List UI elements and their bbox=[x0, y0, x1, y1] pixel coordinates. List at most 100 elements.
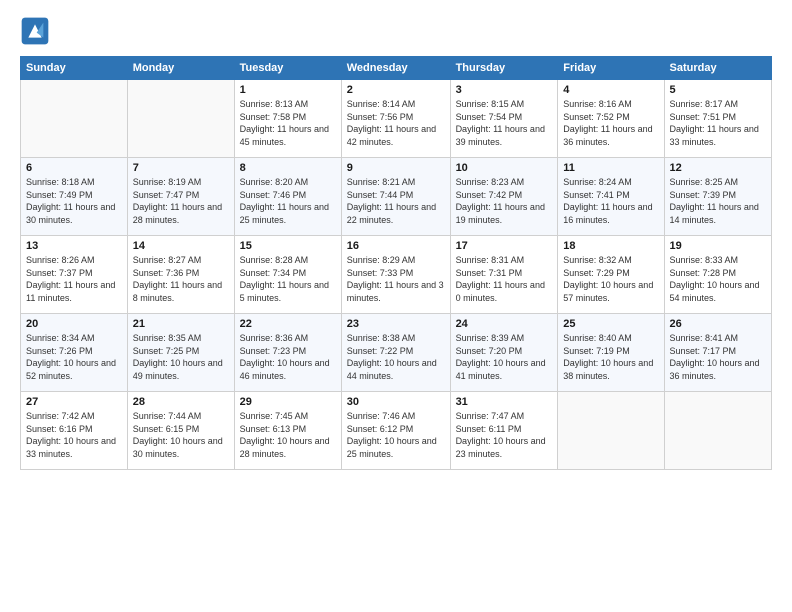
day-info: Sunrise: 8:36 AM Sunset: 7:23 PM Dayligh… bbox=[240, 332, 336, 382]
calendar-cell: 26 Sunrise: 8:41 AM Sunset: 7:17 PM Dayli… bbox=[664, 314, 772, 392]
day-info: Sunrise: 8:15 AM Sunset: 7:54 PM Dayligh… bbox=[456, 98, 553, 148]
day-info: Sunrise: 8:23 AM Sunset: 7:42 PM Dayligh… bbox=[456, 176, 553, 226]
day-header-monday: Monday bbox=[127, 57, 234, 80]
day-info: Sunrise: 7:46 AM Sunset: 6:12 PM Dayligh… bbox=[347, 410, 445, 460]
day-number: 4 bbox=[563, 84, 658, 96]
day-header-wednesday: Wednesday bbox=[341, 57, 450, 80]
calendar-cell: 5 Sunrise: 8:17 AM Sunset: 7:51 PM Daylig… bbox=[664, 80, 772, 158]
day-info: Sunrise: 8:27 AM Sunset: 7:36 PM Dayligh… bbox=[133, 254, 229, 304]
calendar-cell: 13 Sunrise: 8:26 AM Sunset: 7:37 PM Dayli… bbox=[21, 236, 128, 314]
day-number: 24 bbox=[456, 318, 553, 330]
day-number: 29 bbox=[240, 396, 336, 408]
day-number: 6 bbox=[26, 162, 122, 174]
day-info: Sunrise: 7:44 AM Sunset: 6:15 PM Dayligh… bbox=[133, 410, 229, 460]
calendar-cell: 19 Sunrise: 8:33 AM Sunset: 7:28 PM Dayli… bbox=[664, 236, 772, 314]
calendar-cell: 31 Sunrise: 7:47 AM Sunset: 6:11 PM Dayli… bbox=[450, 392, 558, 470]
day-number: 7 bbox=[133, 162, 229, 174]
day-info: Sunrise: 8:25 AM Sunset: 7:39 PM Dayligh… bbox=[670, 176, 767, 226]
day-info: Sunrise: 8:21 AM Sunset: 7:44 PM Dayligh… bbox=[347, 176, 445, 226]
calendar-cell: 7 Sunrise: 8:19 AM Sunset: 7:47 PM Daylig… bbox=[127, 158, 234, 236]
day-header-sunday: Sunday bbox=[21, 57, 128, 80]
day-info: Sunrise: 8:26 AM Sunset: 7:37 PM Dayligh… bbox=[26, 254, 122, 304]
day-number: 3 bbox=[456, 84, 553, 96]
day-info: Sunrise: 8:41 AM Sunset: 7:17 PM Dayligh… bbox=[670, 332, 767, 382]
page: SundayMondayTuesdayWednesdayThursdayFrid… bbox=[0, 0, 792, 480]
day-info: Sunrise: 8:20 AM Sunset: 7:46 PM Dayligh… bbox=[240, 176, 336, 226]
calendar-cell: 12 Sunrise: 8:25 AM Sunset: 7:39 PM Dayli… bbox=[664, 158, 772, 236]
day-info: Sunrise: 8:19 AM Sunset: 7:47 PM Dayligh… bbox=[133, 176, 229, 226]
day-number: 10 bbox=[456, 162, 553, 174]
day-info: Sunrise: 8:18 AM Sunset: 7:49 PM Dayligh… bbox=[26, 176, 122, 226]
week-row-2: 6 Sunrise: 8:18 AM Sunset: 7:49 PM Daylig… bbox=[21, 158, 772, 236]
day-info: Sunrise: 7:47 AM Sunset: 6:11 PM Dayligh… bbox=[456, 410, 553, 460]
calendar-cell: 24 Sunrise: 8:39 AM Sunset: 7:20 PM Dayli… bbox=[450, 314, 558, 392]
week-row-3: 13 Sunrise: 8:26 AM Sunset: 7:37 PM Dayli… bbox=[21, 236, 772, 314]
day-header-saturday: Saturday bbox=[664, 57, 772, 80]
week-row-4: 20 Sunrise: 8:34 AM Sunset: 7:26 PM Dayli… bbox=[21, 314, 772, 392]
day-number: 27 bbox=[26, 396, 122, 408]
day-number: 18 bbox=[563, 240, 658, 252]
calendar-cell: 11 Sunrise: 8:24 AM Sunset: 7:41 PM Dayli… bbox=[558, 158, 664, 236]
day-number: 19 bbox=[670, 240, 767, 252]
day-header-friday: Friday bbox=[558, 57, 664, 80]
calendar-cell: 10 Sunrise: 8:23 AM Sunset: 7:42 PM Dayli… bbox=[450, 158, 558, 236]
day-number: 13 bbox=[26, 240, 122, 252]
calendar-cell: 9 Sunrise: 8:21 AM Sunset: 7:44 PM Daylig… bbox=[341, 158, 450, 236]
day-info: Sunrise: 8:32 AM Sunset: 7:29 PM Dayligh… bbox=[563, 254, 658, 304]
calendar-cell: 16 Sunrise: 8:29 AM Sunset: 7:33 PM Dayli… bbox=[341, 236, 450, 314]
calendar-cell: 21 Sunrise: 8:35 AM Sunset: 7:25 PM Dayli… bbox=[127, 314, 234, 392]
day-number: 30 bbox=[347, 396, 445, 408]
calendar-cell: 29 Sunrise: 7:45 AM Sunset: 6:13 PM Dayli… bbox=[234, 392, 341, 470]
day-number: 23 bbox=[347, 318, 445, 330]
day-number: 2 bbox=[347, 84, 445, 96]
day-info: Sunrise: 8:40 AM Sunset: 7:19 PM Dayligh… bbox=[563, 332, 658, 382]
day-info: Sunrise: 8:39 AM Sunset: 7:20 PM Dayligh… bbox=[456, 332, 553, 382]
calendar-cell: 23Sunrise: 8:38 AM Sunset: 7:22 PM Dayli… bbox=[341, 314, 450, 392]
day-info: Sunrise: 7:45 AM Sunset: 6:13 PM Dayligh… bbox=[240, 410, 336, 460]
day-number: 26 bbox=[670, 318, 767, 330]
day-number: 16 bbox=[347, 240, 445, 252]
day-header-tuesday: Tuesday bbox=[234, 57, 341, 80]
day-number: 12 bbox=[670, 162, 767, 174]
day-info: Sunrise: 8:14 AM Sunset: 7:56 PM Dayligh… bbox=[347, 98, 445, 148]
calendar-cell: 27 Sunrise: 7:42 AM Sunset: 6:16 PM Dayli… bbox=[21, 392, 128, 470]
week-row-5: 27 Sunrise: 7:42 AM Sunset: 6:16 PM Dayli… bbox=[21, 392, 772, 470]
day-info: Sunrise: 8:29 AM Sunset: 7:33 PM Dayligh… bbox=[347, 254, 445, 304]
logo bbox=[20, 16, 54, 46]
day-number: 5 bbox=[670, 84, 767, 96]
calendar-cell: 3 Sunrise: 8:15 AM Sunset: 7:54 PM Daylig… bbox=[450, 80, 558, 158]
day-info: Sunrise: 7:42 AM Sunset: 6:16 PM Dayligh… bbox=[26, 410, 122, 460]
day-info: Sunrise: 8:28 AM Sunset: 7:34 PM Dayligh… bbox=[240, 254, 336, 304]
day-number: 20 bbox=[26, 318, 122, 330]
day-number: 25 bbox=[563, 318, 658, 330]
calendar-cell: 8 Sunrise: 8:20 AM Sunset: 7:46 PM Daylig… bbox=[234, 158, 341, 236]
calendar-cell bbox=[558, 392, 664, 470]
calendar-cell: 20 Sunrise: 8:34 AM Sunset: 7:26 PM Dayli… bbox=[21, 314, 128, 392]
calendar-cell bbox=[664, 392, 772, 470]
calendar-table: SundayMondayTuesdayWednesdayThursdayFrid… bbox=[20, 56, 772, 470]
day-info: Sunrise: 8:35 AM Sunset: 7:25 PM Dayligh… bbox=[133, 332, 229, 382]
day-header-thursday: Thursday bbox=[450, 57, 558, 80]
day-number: 11 bbox=[563, 162, 658, 174]
day-number: 31 bbox=[456, 396, 553, 408]
calendar-cell: 28Sunrise: 7:44 AM Sunset: 6:15 PM Dayli… bbox=[127, 392, 234, 470]
calendar-cell bbox=[127, 80, 234, 158]
calendar-cell: 22 Sunrise: 8:36 AM Sunset: 7:23 PM Dayli… bbox=[234, 314, 341, 392]
calendar-cell: 6 Sunrise: 8:18 AM Sunset: 7:49 PM Daylig… bbox=[21, 158, 128, 236]
day-number: 1 bbox=[240, 84, 336, 96]
day-number: 21 bbox=[133, 318, 229, 330]
day-number: 14 bbox=[133, 240, 229, 252]
calendar-cell: 15Sunrise: 8:28 AM Sunset: 7:34 PM Dayli… bbox=[234, 236, 341, 314]
day-info: Sunrise: 8:24 AM Sunset: 7:41 PM Dayligh… bbox=[563, 176, 658, 226]
day-info: Sunrise: 8:16 AM Sunset: 7:52 PM Dayligh… bbox=[563, 98, 658, 148]
day-number: 9 bbox=[347, 162, 445, 174]
day-info: Sunrise: 8:31 AM Sunset: 7:31 PM Dayligh… bbox=[456, 254, 553, 304]
day-number: 8 bbox=[240, 162, 336, 174]
day-number: 22 bbox=[240, 318, 336, 330]
header bbox=[20, 16, 772, 46]
calendar-cell bbox=[21, 80, 128, 158]
day-info: Sunrise: 8:34 AM Sunset: 7:26 PM Dayligh… bbox=[26, 332, 122, 382]
day-info: Sunrise: 8:33 AM Sunset: 7:28 PM Dayligh… bbox=[670, 254, 767, 304]
calendar-cell: 17Sunrise: 8:31 AM Sunset: 7:31 PM Dayli… bbox=[450, 236, 558, 314]
day-info: Sunrise: 8:17 AM Sunset: 7:51 PM Dayligh… bbox=[670, 98, 767, 148]
